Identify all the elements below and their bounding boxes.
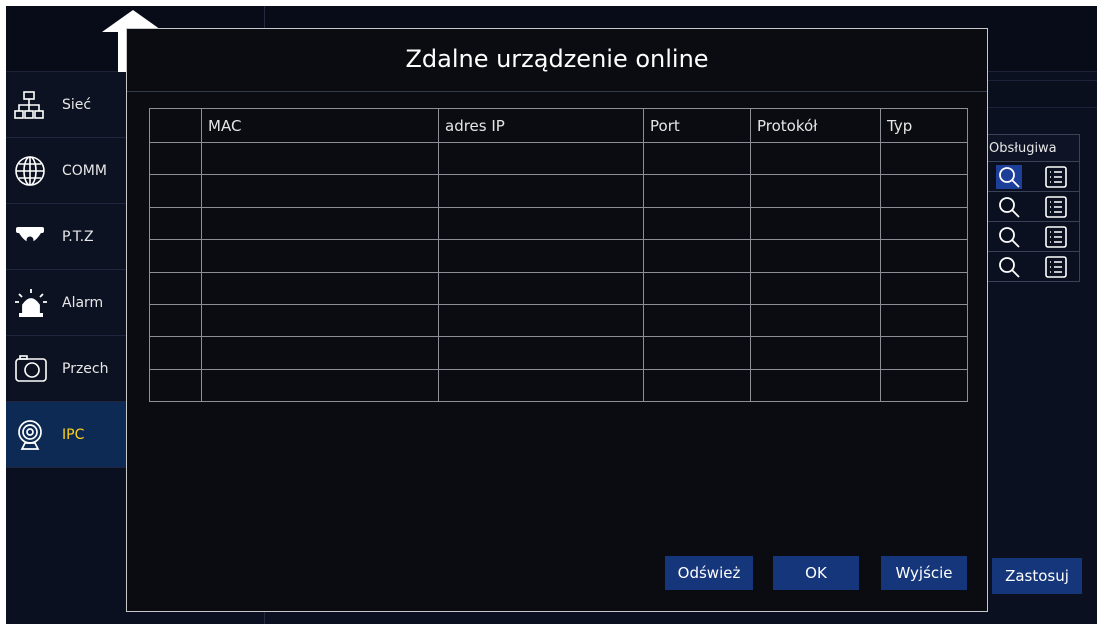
column-header-select [149, 108, 202, 143]
table-header-row: MAC adres IP Port Protokół Typ [149, 108, 968, 143]
table-row[interactable] [149, 141, 968, 176]
background-table-row [984, 162, 1080, 192]
list-icon[interactable] [1043, 195, 1069, 219]
sidebar-item-ptz[interactable]: P.T.Z [6, 204, 126, 270]
background-table-row [984, 192, 1080, 222]
table-row[interactable] [149, 206, 968, 241]
column-header-protocol: Protokół [750, 108, 881, 143]
dome-camera-icon [14, 217, 62, 257]
sidebar: Sieć COMM P.T.Z Alarm Przech IPC [6, 72, 126, 472]
camera-icon [14, 349, 62, 389]
sidebar-item-label: P.T.Z [62, 228, 94, 245]
table-row[interactable] [149, 303, 968, 338]
column-header-port: Port [643, 108, 751, 143]
alarm-light-icon [14, 283, 62, 323]
exit-button[interactable]: Wyjście [881, 556, 967, 590]
refresh-button[interactable]: Odśwież [665, 556, 753, 590]
background-table-row [984, 252, 1080, 282]
dialog-title-divider [127, 91, 987, 92]
online-devices-table: MAC adres IP Port Protokół Typ [149, 108, 968, 403]
remote-devices-dialog: Zdalne urządzenie online MAC adres IP Po… [126, 28, 988, 612]
sidebar-item-network[interactable]: Sieć [6, 72, 126, 138]
sidebar-item-label: IPC [62, 426, 85, 443]
list-icon[interactable] [1043, 165, 1069, 189]
table-row[interactable] [149, 336, 968, 370]
column-header-ip: adres IP [438, 108, 644, 143]
sidebar-item-alarm[interactable]: Alarm [6, 270, 126, 336]
globe-icon [14, 151, 62, 191]
search-icon[interactable] [996, 195, 1022, 219]
dialog-title: Zdalne urządzenie online [405, 45, 709, 73]
list-icon[interactable] [1043, 255, 1069, 279]
background-table-row [984, 222, 1080, 252]
sidebar-item-label: Sieć [62, 96, 92, 113]
table-row[interactable] [149, 271, 968, 305]
ipc-camera-icon [14, 415, 62, 455]
sidebar-item-label: Alarm [62, 294, 104, 311]
sidebar-item-comm[interactable]: COMM [6, 138, 126, 204]
list-icon[interactable] [1043, 225, 1069, 249]
network-icon [14, 85, 62, 125]
sidebar-item-storage[interactable]: Przech [6, 336, 126, 402]
ok-button[interactable]: OK [773, 556, 859, 590]
column-header-mac: MAC [201, 108, 439, 143]
search-icon[interactable] [996, 255, 1022, 279]
apply-button[interactable]: Zastosuj [992, 558, 1082, 594]
background-column-header: Obsługiwa [984, 134, 1080, 162]
sidebar-item-label: Przech [62, 360, 109, 377]
search-icon[interactable] [996, 225, 1022, 249]
table-row[interactable] [149, 368, 968, 403]
table-row[interactable] [149, 174, 968, 208]
table-row[interactable] [149, 239, 968, 273]
sidebar-item-label: COMM [62, 162, 107, 179]
sidebar-item-ipc[interactable]: IPC [6, 402, 126, 468]
column-header-type: Typ [880, 108, 968, 143]
search-icon[interactable] [995, 164, 1022, 189]
